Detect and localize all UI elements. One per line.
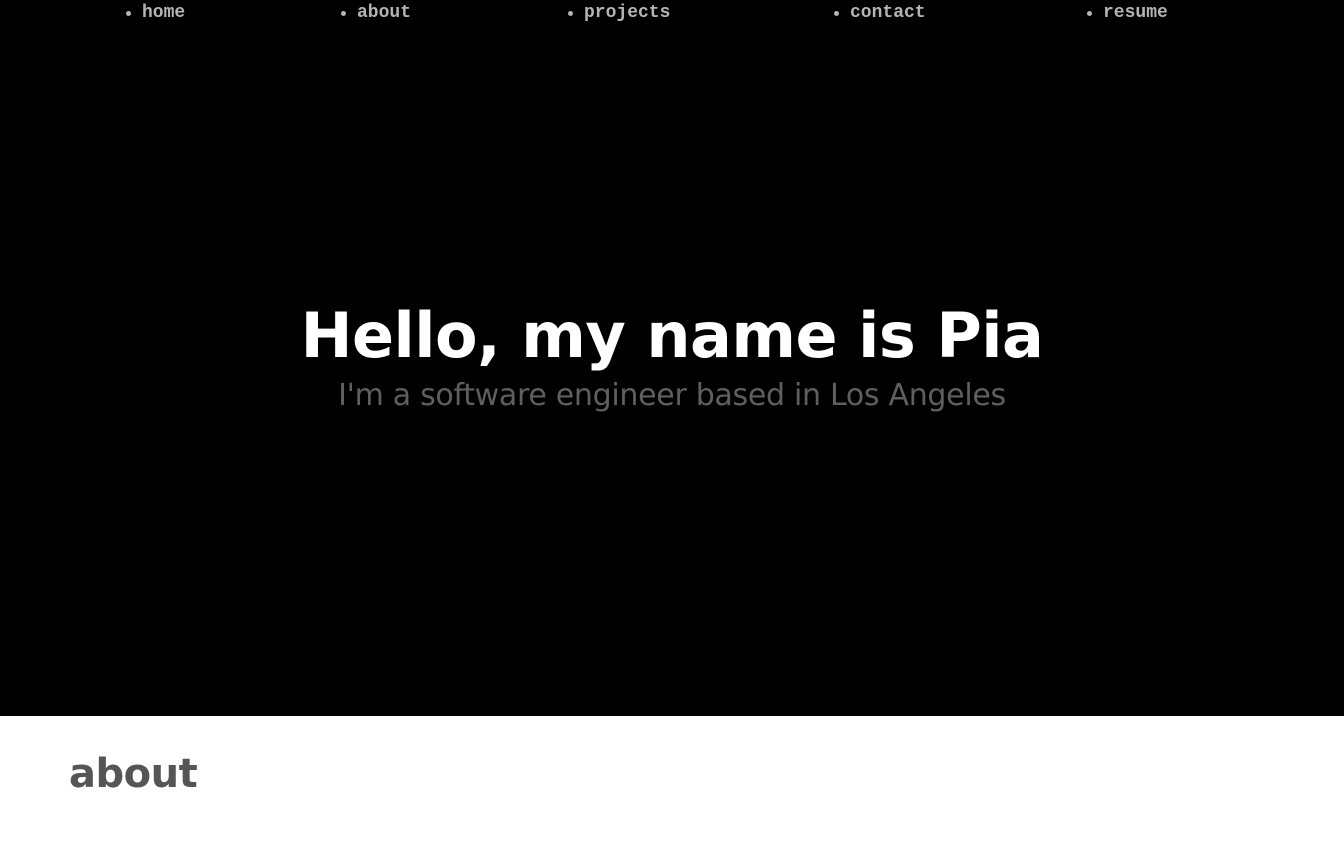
bullet-icon	[568, 10, 573, 16]
hero-title: Hello, my name is Pia	[300, 299, 1044, 372]
nav-item-resume[interactable]: resume	[1087, 3, 1168, 23]
about-heading: about	[69, 751, 198, 797]
hero-section: home about projects contact resume Hello…	[0, 0, 1344, 716]
nav-item-label: about	[357, 3, 412, 23]
nav-item-label: projects	[584, 3, 671, 23]
nav-item-about[interactable]: about	[341, 3, 411, 23]
bullet-icon	[126, 10, 131, 16]
bullet-icon	[341, 10, 346, 16]
nav-item-label: resume	[1103, 3, 1168, 23]
hero-subtitle: I'm a software engineer based in Los Ang…	[338, 378, 1006, 413]
bullet-icon	[834, 10, 839, 16]
top-navigation: home about projects contact resume	[0, 0, 1344, 30]
nav-item-contact[interactable]: contact	[834, 3, 926, 23]
nav-item-home[interactable]: home	[126, 3, 185, 23]
about-section: about	[0, 716, 1344, 842]
nav-item-label: home	[142, 3, 186, 23]
bullet-icon	[1087, 10, 1092, 16]
nav-item-projects[interactable]: projects	[568, 3, 670, 23]
nav-item-label: contact	[850, 3, 926, 23]
